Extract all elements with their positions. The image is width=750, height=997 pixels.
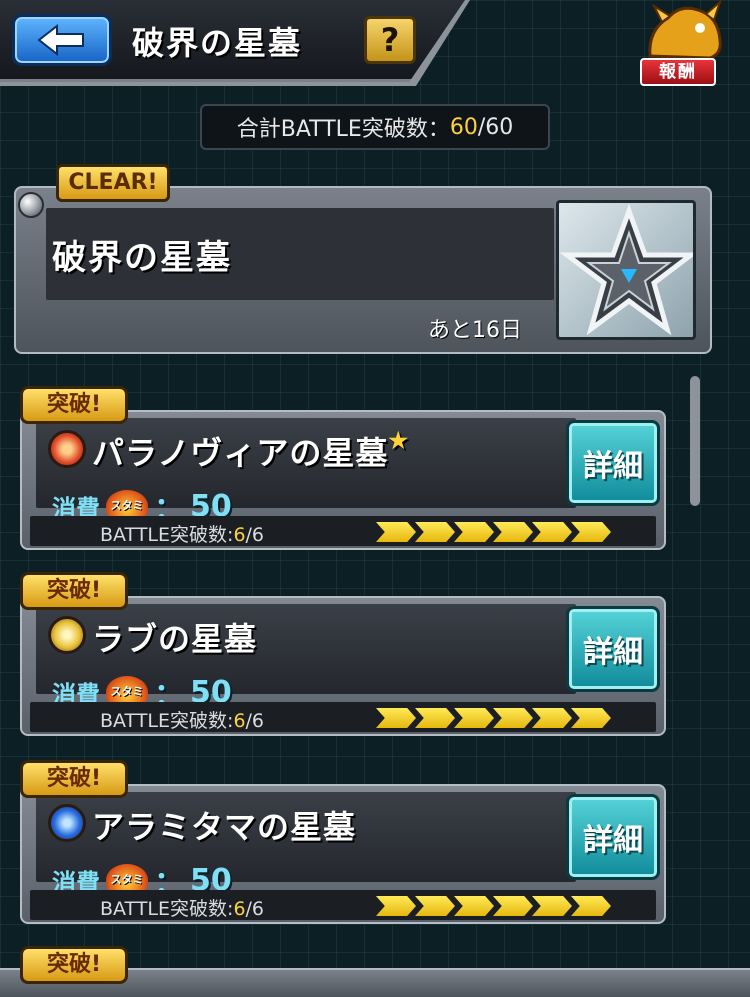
reward-label: 報酬 — [640, 58, 716, 86]
stage-row[interactable]: パラノヴィアの星墓★ 消費 スタミナ ： 50 BATTLE突破数:6/6 詳細… — [20, 386, 666, 552]
progress-chevron — [454, 522, 494, 542]
progress-chevron — [415, 522, 455, 542]
progress-label: BATTLE突破数:6/6 — [100, 706, 264, 733]
progress-chevron — [493, 522, 533, 542]
progress-chevron — [532, 896, 572, 916]
stage-name-text: アラミタマの星墓 — [92, 808, 357, 846]
progress-current: 6 — [233, 898, 246, 920]
progress-current: 6 — [233, 710, 246, 732]
back-arrow-icon — [37, 24, 84, 56]
progress-chevron — [376, 708, 416, 728]
dragon-emblem-icon — [648, 0, 722, 60]
progress-chevrons — [376, 522, 611, 542]
scrollbar[interactable] — [690, 376, 700, 506]
progress-chevron — [493, 896, 533, 916]
detail-button[interactable]: 詳細 — [566, 794, 660, 880]
progress-chevron — [454, 708, 494, 728]
star-icon: ★ — [388, 428, 410, 454]
back-button[interactable] — [12, 14, 112, 66]
stage-row[interactable]: アラミタマの星墓 消費 スタミナ ： 50 BATTLE突破数:6/6 詳細 突… — [20, 760, 666, 926]
clear-badge: CLEAR! — [56, 164, 170, 202]
progress-chevrons — [376, 708, 611, 728]
progress-current: 6 — [233, 524, 246, 546]
pin-icon — [18, 192, 44, 218]
progress-chevron — [415, 708, 455, 728]
progress-chevron — [571, 522, 611, 542]
water-element-icon — [48, 804, 86, 842]
breakthrough-badge: 突破! — [20, 946, 128, 984]
event-title: 破界の星墓 — [52, 238, 232, 278]
total-current: 60 — [449, 114, 478, 140]
progress-chevron — [376, 896, 416, 916]
stage-name: パラノヴィアの星墓★ — [92, 428, 409, 474]
progress-chevron — [532, 522, 572, 542]
boss-thumbnail[interactable] — [556, 200, 696, 340]
stage-name: ラブの星墓 — [92, 614, 257, 660]
detail-button[interactable]: 詳細 — [566, 606, 660, 692]
total-prefix: 合計BATTLE突破数： — [236, 117, 450, 142]
total-separator: / — [477, 114, 486, 140]
stage-name-text: パラノヴィアの星墓 — [92, 434, 389, 472]
detail-button[interactable]: 詳細 — [566, 420, 660, 506]
stage-name-text: ラブの星墓 — [92, 620, 258, 658]
remaining-days: あと16日 — [428, 318, 522, 343]
progress-max: /6 — [245, 898, 265, 920]
stage-row[interactable]: ラブの星墓 消費 スタミナ ： 50 BATTLE突破数:6/6 詳細 突破! — [20, 572, 666, 738]
stage-name: アラミタマの星墓 — [92, 802, 356, 848]
progress-prefix: BATTLE突破数: — [100, 898, 234, 920]
reward-button[interactable]: 報酬 — [634, 0, 734, 90]
star-emblem-icon — [559, 203, 693, 336]
progress-chevron — [415, 896, 455, 916]
progress-chevrons — [376, 896, 611, 916]
progress-prefix: BATTLE突破数: — [100, 710, 234, 732]
progress-chevron — [376, 522, 416, 542]
progress-prefix: BATTLE突破数: — [100, 524, 234, 546]
progress-chevron — [493, 708, 533, 728]
total-breakthrough-counter: 合計BATTLE突破数： 60 / 60 — [200, 104, 550, 150]
progress-label: BATTLE突破数:6/6 — [100, 894, 264, 921]
progress-max: /6 — [245, 710, 265, 732]
progress-chevron — [454, 896, 494, 916]
progress-max: /6 — [245, 524, 265, 546]
help-button[interactable]: ? — [364, 16, 416, 64]
progress-chevron — [571, 708, 611, 728]
total-max: 60 — [485, 114, 514, 140]
progress-chevron — [532, 708, 572, 728]
page-title: 破界の星墓 — [132, 24, 303, 62]
fire-element-icon — [48, 430, 86, 468]
breakthrough-badge: 突破! — [20, 760, 128, 798]
breakthrough-badge: 突破! — [20, 386, 128, 424]
breakthrough-badge: 突破! — [20, 572, 128, 610]
progress-chevron — [571, 896, 611, 916]
progress-label: BATTLE突破数:6/6 — [100, 520, 264, 547]
light-element-icon — [48, 616, 86, 654]
